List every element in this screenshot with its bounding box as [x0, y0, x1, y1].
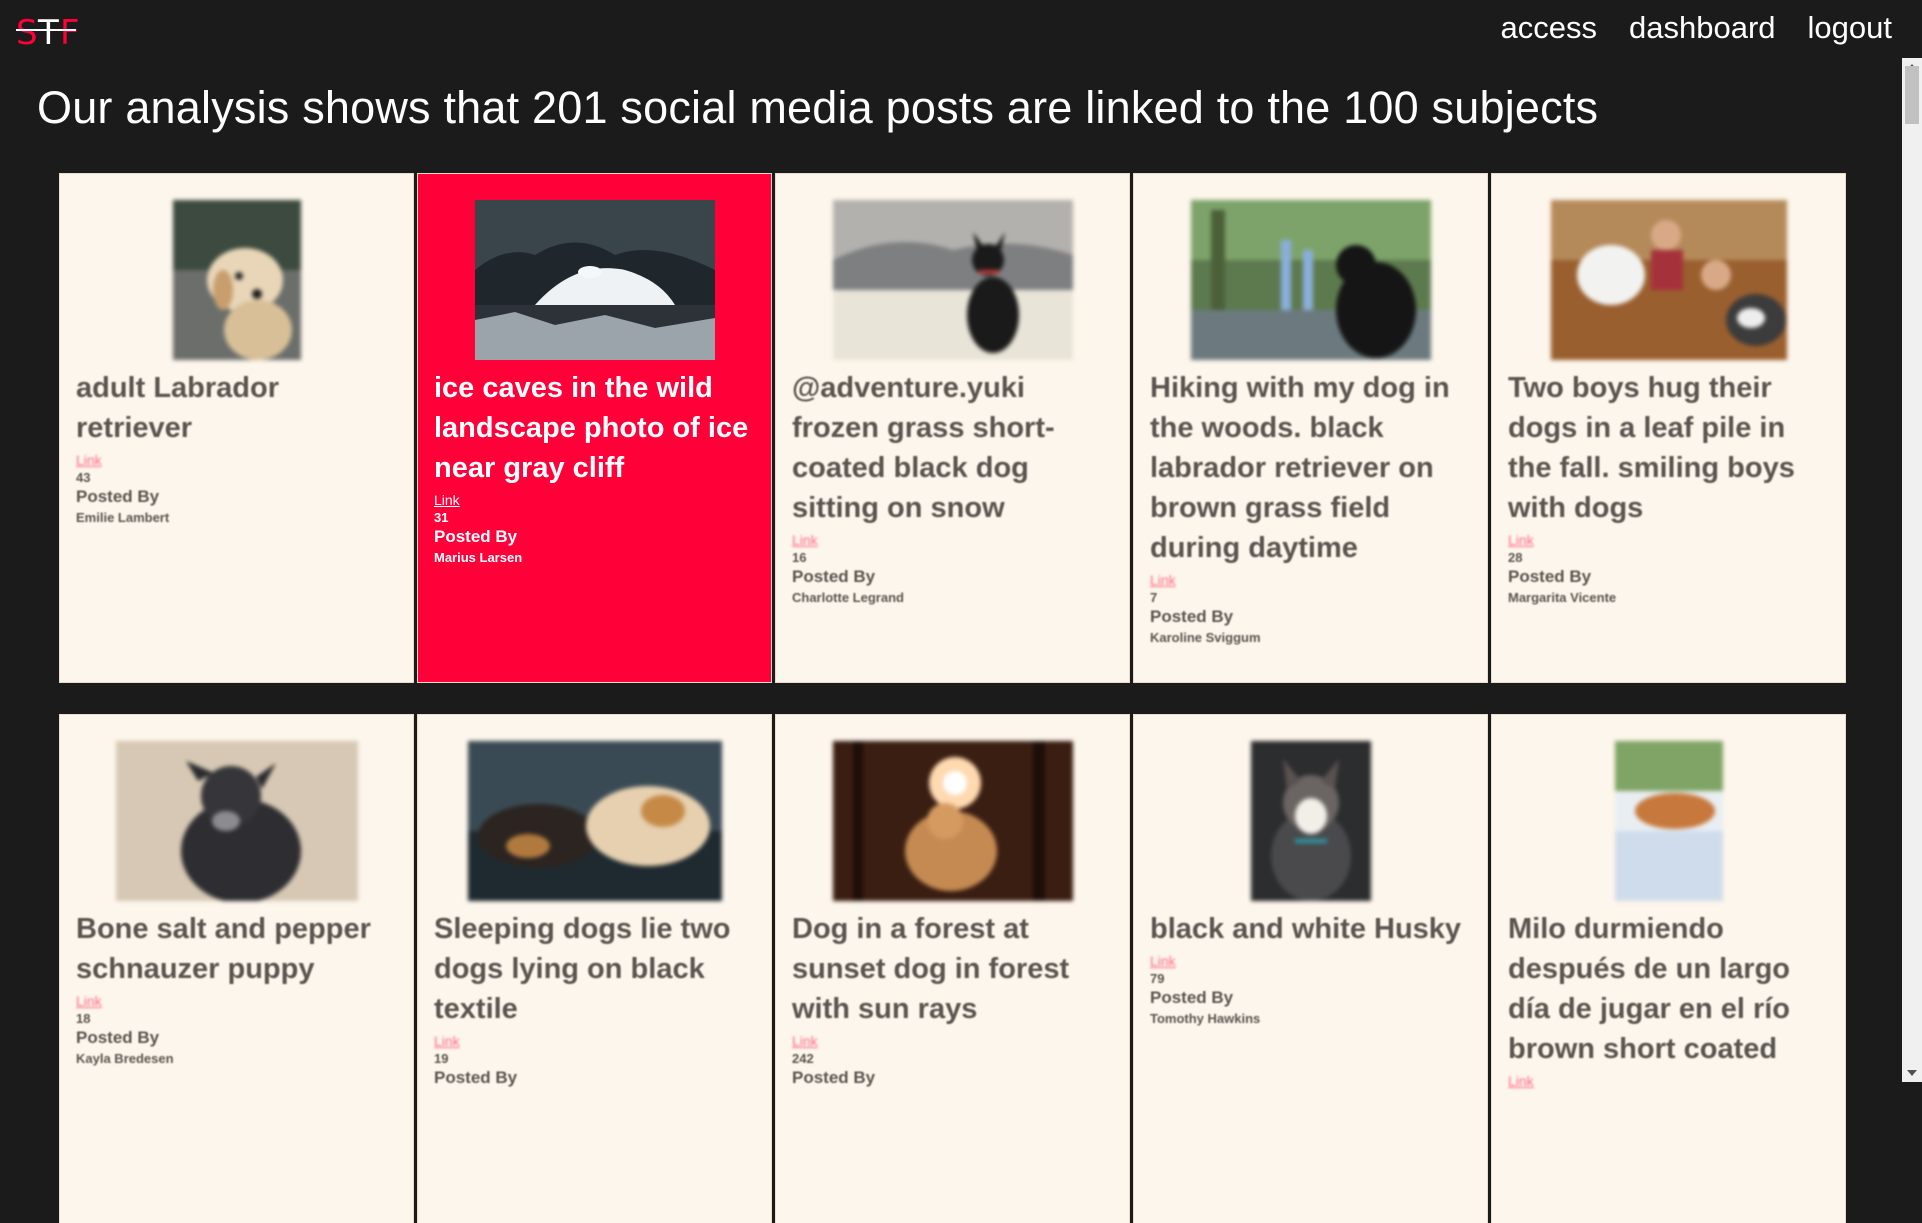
- golden-dog-photo: [172, 200, 301, 360]
- post-card[interactable]: Two boys hug their dogs in a leaf pile i…: [1492, 174, 1845, 682]
- post-card[interactable]: black and white Husky Link 79 Posted By …: [1134, 715, 1487, 1223]
- post-title: @adventure.yuki frozen grass short-coate…: [792, 372, 1055, 524]
- husky-photo: [1250, 741, 1371, 901]
- post-card[interactable]: Hiking with my dog in the woods. black l…: [1134, 174, 1487, 682]
- post-title: ice caves in the wild landscape photo of…: [434, 372, 749, 484]
- post-count: 7: [1150, 590, 1158, 605]
- post-author: Kayla Bredesen: [76, 1051, 174, 1066]
- svg-text:T: T: [37, 13, 59, 53]
- svg-text:S: S: [16, 13, 38, 53]
- post-title: black and white Husky: [1150, 913, 1462, 945]
- post-link[interactable]: Link: [76, 452, 397, 468]
- post-title: Two boys hug their dogs in a leaf pile i…: [1508, 372, 1795, 524]
- post-count: 19: [434, 1051, 449, 1066]
- posted-by-label: Posted By: [1150, 607, 1234, 626]
- posted-by-label: Posted By: [792, 567, 876, 586]
- post-link[interactable]: Link: [1150, 572, 1471, 588]
- post-title: Sleeping dogs lie two dogs lying on blac…: [434, 913, 731, 1025]
- post-title: Dog in a forest at sunset dog in forest …: [792, 913, 1070, 1025]
- post-card[interactable]: Milo durmiendo después de un largo día d…: [1492, 715, 1845, 1223]
- scroll-down-arrow-icon[interactable]: [1907, 1070, 1917, 1076]
- posted-by-label: Posted By: [792, 1068, 876, 1087]
- sleeping-dogs-photo: [467, 741, 722, 901]
- post-title: Hiking with my dog in the woods. black l…: [1150, 372, 1450, 564]
- stf-logo[interactable]: S T F: [16, 6, 96, 56]
- post-author: Margarita Vicente: [1508, 590, 1617, 605]
- post-card[interactable]: Sleeping dogs lie two dogs lying on blac…: [418, 715, 771, 1223]
- post-link[interactable]: Link: [434, 492, 755, 508]
- post-count: 31: [434, 510, 449, 525]
- svg-text:F: F: [60, 13, 80, 53]
- nav-access-link[interactable]: access: [1501, 10, 1597, 46]
- post-link[interactable]: Link: [76, 993, 397, 1009]
- page-scrollbar[interactable]: [1902, 58, 1922, 1082]
- post-title: Bone salt and pepper schnauzer puppy: [76, 913, 371, 985]
- post-author: Marius Larsen: [434, 550, 523, 565]
- dog-forest-sunset-photo: [832, 741, 1073, 901]
- top-bar: S T F access dashboard logout: [0, 0, 1922, 64]
- post-count: 79: [1150, 971, 1165, 986]
- post-author: Emilie Lambert: [76, 510, 170, 525]
- nav-dashboard-link[interactable]: dashboard: [1629, 10, 1776, 46]
- post-link[interactable]: Link: [1508, 532, 1829, 548]
- nav-logout-link[interactable]: logout: [1808, 10, 1892, 46]
- post-author: Tomothy Hawkins: [1150, 1011, 1261, 1026]
- post-card[interactable]: @adventure.yuki frozen grass short-coate…: [776, 174, 1129, 682]
- posted-by-label: Posted By: [1508, 567, 1592, 586]
- post-count: 18: [76, 1011, 91, 1026]
- black-lab-woods-photo: [1190, 200, 1431, 360]
- ice-cave-photo: [474, 200, 715, 360]
- post-link[interactable]: Link: [792, 1033, 1113, 1049]
- post-count: 242: [792, 1051, 814, 1066]
- post-card[interactable]: Bone salt and pepper schnauzer puppy Lin…: [60, 715, 413, 1223]
- post-card[interactable]: Dog in a forest at sunset dog in forest …: [776, 715, 1129, 1223]
- posted-by-label: Posted By: [434, 1068, 518, 1087]
- post-link[interactable]: Link: [792, 532, 1113, 548]
- post-title: adult Labrador retriever: [76, 372, 280, 444]
- posted-by-label: Posted By: [76, 487, 160, 506]
- black-dog-snow-photo: [832, 200, 1073, 360]
- main-nav: access dashboard logout: [1501, 10, 1892, 46]
- milo-sleeping-photo: [1614, 741, 1723, 901]
- post-link[interactable]: Link: [1508, 1073, 1829, 1089]
- posted-by-label: Posted By: [1150, 988, 1234, 1007]
- post-link[interactable]: Link: [434, 1033, 755, 1049]
- post-card[interactable]: adult Labrador retriever Link 43 Posted …: [60, 174, 413, 682]
- posted-by-label: Posted By: [76, 1028, 160, 1047]
- page-headline: Our analysis shows that 201 social media…: [37, 82, 1599, 133]
- post-author: Charlotte Legrand: [792, 590, 904, 605]
- post-count: 43: [76, 470, 91, 485]
- posted-by-label: Posted By: [434, 527, 518, 546]
- schnauzer-puppy-photo: [115, 741, 358, 901]
- post-link[interactable]: Link: [1150, 953, 1471, 969]
- post-title: Milo durmiendo después de un largo día d…: [1508, 913, 1791, 1065]
- post-count: 28: [1508, 550, 1523, 565]
- post-author: Karoline Sviggum: [1150, 630, 1261, 645]
- post-count: 16: [792, 550, 807, 565]
- post-card-selected[interactable]: ice caves in the wild landscape photo of…: [418, 174, 771, 682]
- post-grid: adult Labrador retriever Link 43 Posted …: [60, 174, 1850, 1223]
- boys-dogs-leaves-photo: [1550, 200, 1787, 360]
- scrollbar-thumb[interactable]: [1905, 66, 1919, 124]
